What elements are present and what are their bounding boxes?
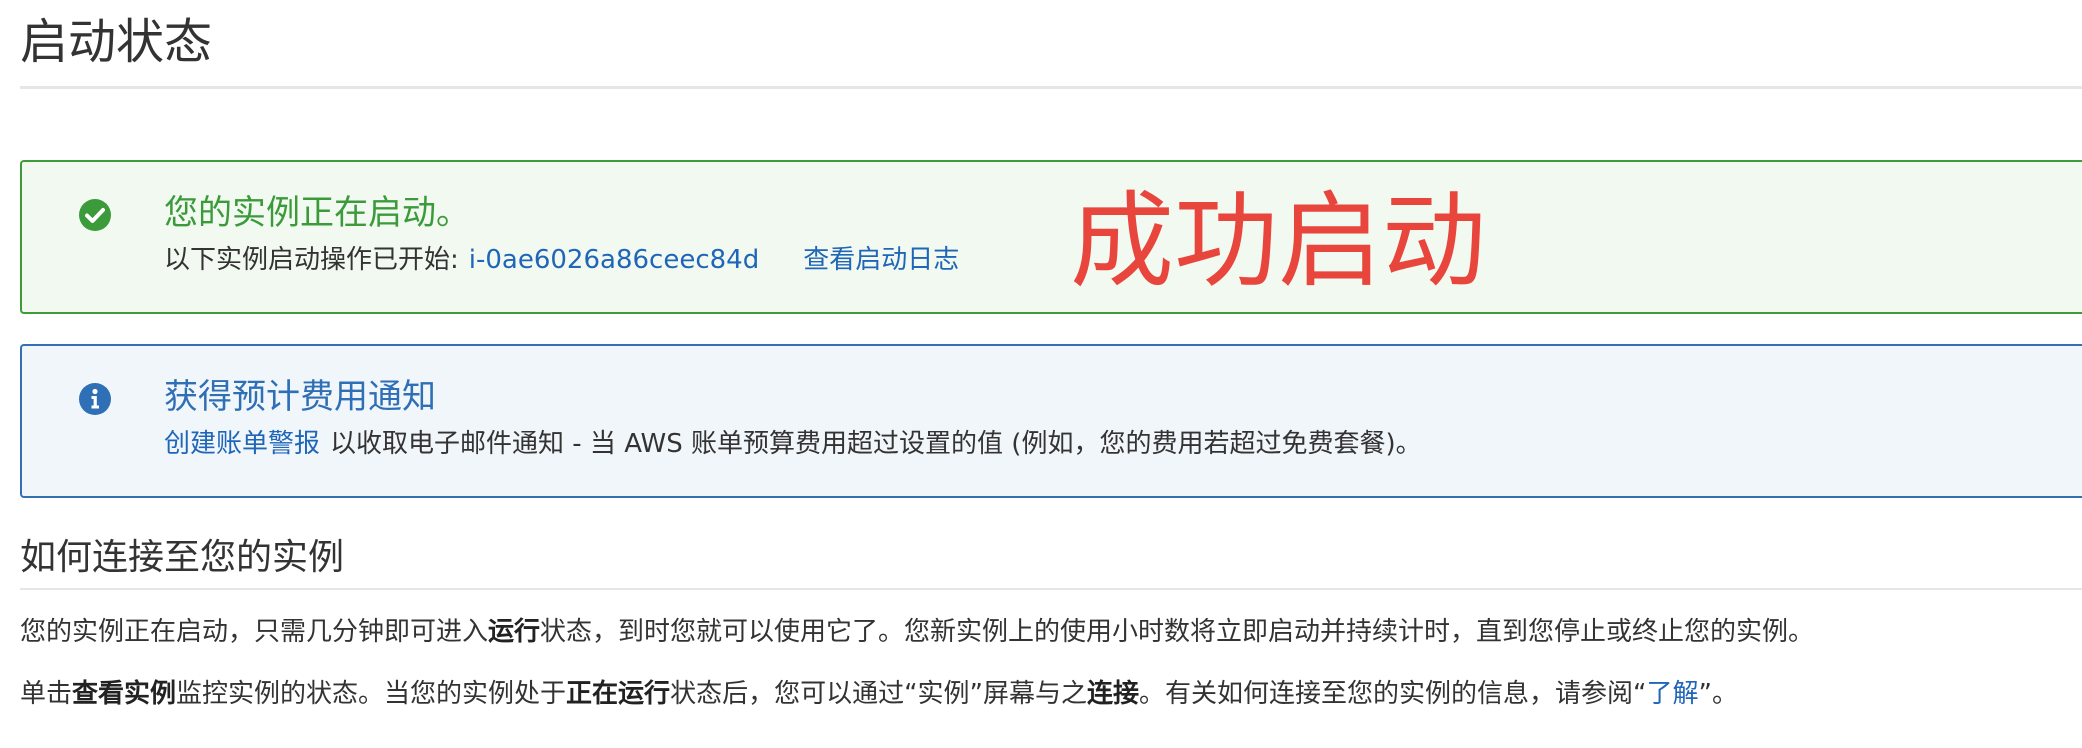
info-circle-icon	[79, 383, 111, 415]
billing-alert-text: 以收取电子邮件通知 - 当 AWS 账单预算费用超过设置的值 (例如，您的费用若…	[330, 429, 1422, 459]
connect-section-title: 如何连接至您的实例	[20, 537, 345, 578]
check-circle-icon	[79, 199, 111, 231]
connect-bold-text: 连接	[1087, 679, 1140, 709]
connect-paragraph-1: 您的实例正在启动，只需几分钟即可进入运行状态，到时您就可以使用它了。您新实例上的…	[20, 612, 1814, 652]
instance-id-link[interactable]: i-0ae6026a86ceec84d	[469, 245, 759, 275]
para1-text-1: 您的实例正在启动，只需几分钟即可进入	[20, 617, 489, 647]
section-divider	[20, 588, 2082, 590]
view-instances-bold-text: 查看实例	[72, 679, 177, 709]
running-bold-text: 运行	[488, 617, 541, 647]
title-divider	[20, 86, 2082, 89]
billing-alert-title: 获得预计费用通知	[164, 377, 436, 417]
launch-started-text: 以下实例启动操作已开始:	[164, 245, 459, 275]
running-state-bold-text: 正在运行	[566, 679, 671, 709]
para2-text-5: ”。	[1698, 679, 1739, 709]
billing-info-alert: 获得预计费用通知 创建账单警报 以收取电子邮件通知 - 当 AWS 账单预算费用超…	[20, 344, 2082, 498]
view-launch-log-link[interactable]: 查看启动日志	[803, 245, 959, 275]
success-alert-title: 您的实例正在启动。	[164, 193, 470, 233]
para1-text-2: 状态，到时您就可以使用它了。您新实例上的使用小时数将立即启动并持续计时，直到您停…	[540, 617, 1815, 647]
para2-text-2: 监控实例的状态。当您的实例处于	[176, 679, 567, 709]
create-billing-alarm-link[interactable]: 创建账单警报	[164, 429, 320, 459]
success-annotation: 成功启动	[1070, 180, 1487, 302]
para2-text-3: 状态后，您可以通过“实例”屏幕与之	[670, 679, 1088, 709]
billing-alert-body: 创建账单警报 以收取电子邮件通知 - 当 AWS 账单预算费用超过设置的值 (例如…	[164, 424, 1422, 464]
page-title: 启动状态	[20, 14, 213, 70]
learn-more-link[interactable]: 了解	[1647, 679, 1699, 709]
connect-paragraph-2: 单击查看实例监控实例的状态。当您的实例处于正在运行状态后，您可以通过“实例”屏幕…	[20, 674, 1738, 714]
para2-text-1: 单击	[20, 679, 73, 709]
success-alert-body: 以下实例启动操作已开始: i-0ae6026a86ceec84d 查看启动日志	[164, 240, 959, 280]
success-alert: 您的实例正在启动。 以下实例启动操作已开始: i-0ae6026a86ceec84…	[20, 160, 2082, 314]
para2-text-4: 。有关如何连接至您的实例的信息，请参阅“	[1139, 679, 1647, 709]
